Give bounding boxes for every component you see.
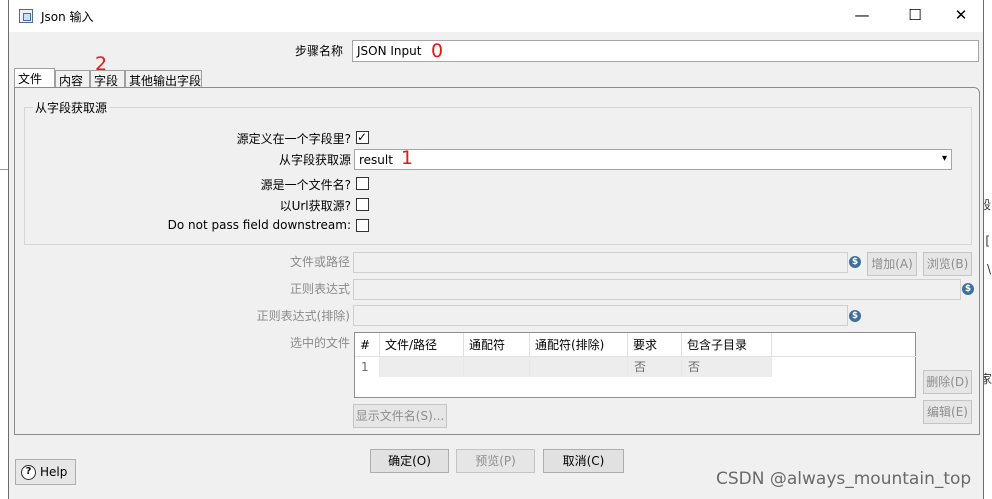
variable-icon: $ xyxy=(849,256,861,268)
selected-files-table[interactable]: # 文件/路径 通配符 通配符(排除) 要求 包含子目录 1 否 否 xyxy=(354,332,916,398)
file-or-directory-input[interactable] xyxy=(353,252,848,273)
read-source-as-url-checkbox[interactable] xyxy=(356,198,369,211)
source-is-filename-checkbox[interactable] xyxy=(356,177,369,190)
source-is-filename-label: 源是一个文件名? xyxy=(260,178,351,192)
source-in-field-checkbox[interactable] xyxy=(356,129,369,145)
do-not-pass-field-label: Do not pass field downstream: xyxy=(167,218,351,232)
file-or-directory-label: 文件或路径 xyxy=(289,255,350,269)
add-button[interactable]: 增加(A) xyxy=(867,252,917,276)
table-cell-num[interactable]: 1 xyxy=(355,357,380,377)
chevron-down-icon: ▾ xyxy=(941,153,947,164)
variable-icon: $ xyxy=(962,283,974,295)
close-button[interactable]: ✕ xyxy=(938,0,984,32)
show-filenames-button[interactable]: 显示文件名(S)... xyxy=(353,404,447,428)
regex-input[interactable] xyxy=(353,279,961,300)
ok-button[interactable]: 确定(O) xyxy=(370,449,449,473)
regex-exclude-input[interactable] xyxy=(353,305,848,326)
table-cell-path[interactable] xyxy=(380,357,464,377)
tab-additional-output-fields[interactable]: 其他输出字段 xyxy=(125,70,202,88)
step-name-input[interactable]: JSON Input xyxy=(352,40,979,62)
maximize-button[interactable]: ☐ xyxy=(892,0,938,32)
table-header-include-subdirs[interactable]: 包含子目录 xyxy=(682,333,772,357)
background-edge-text-3: \ xyxy=(986,262,991,276)
help-label: Help xyxy=(40,465,68,479)
edit-button[interactable]: 编辑(E) xyxy=(923,400,972,424)
help-icon: ? xyxy=(21,465,36,480)
table-header-required[interactable]: 要求 xyxy=(628,333,682,357)
table-cell-include-subdirs[interactable]: 否 xyxy=(682,357,772,377)
step-name-value: JSON Input xyxy=(357,44,422,58)
cancel-button[interactable]: 取消(C) xyxy=(543,449,624,473)
get-source-from-label: 从字段获取源 xyxy=(278,153,351,167)
window-title: Json 输入 xyxy=(41,10,94,24)
background-edge-text-2: [ xyxy=(985,234,990,248)
variable-icon: $ xyxy=(849,310,861,322)
table-header-wildcard-exclude[interactable]: 通配符(排除) xyxy=(530,333,628,357)
annotation-mark-0: 0 xyxy=(431,40,444,62)
tab-content[interactable]: 内容 xyxy=(55,70,90,88)
annotation-mark-1: 1 xyxy=(401,147,414,169)
table-header-path[interactable]: 文件/路径 xyxy=(380,333,464,357)
tab-file[interactable]: 文件 xyxy=(14,68,55,88)
table-cell-wildcard[interactable] xyxy=(464,357,530,377)
preview-button[interactable]: 预览(P) xyxy=(456,449,535,473)
regex-exclude-label: 正则表达式(排除) xyxy=(256,309,350,323)
help-button[interactable]: ? Help xyxy=(15,459,76,485)
step-name-label: 步骤名称 xyxy=(294,44,343,58)
table-header-empty xyxy=(772,333,916,357)
get-source-from-value: result xyxy=(359,153,393,167)
get-source-from-select[interactable]: result ▾ xyxy=(354,149,952,170)
table-header-wildcard[interactable]: 通配符 xyxy=(464,333,530,357)
do-not-pass-field-checkbox[interactable] xyxy=(356,219,369,232)
title-bar: Json 输入 — ☐ ✕ xyxy=(9,0,983,32)
minimize-button[interactable]: — xyxy=(839,0,885,32)
delete-button[interactable]: 删除(D) xyxy=(923,370,972,394)
source-group-title: 从字段获取源 xyxy=(33,99,110,116)
table-cell-wildcard-exclude[interactable] xyxy=(530,357,628,377)
annotation-mark-2: 2 xyxy=(95,53,108,75)
json-input-dialog: Json 输入 — ☐ ✕ 步骤名称 JSON Input 0 文件 内容 字段… xyxy=(8,0,984,499)
read-source-as-url-label: 以Url获取源? xyxy=(279,199,351,213)
source-in-field-label: 源定义在一个字段里? xyxy=(236,132,351,146)
background-line xyxy=(0,169,8,170)
selected-files-label: 选中的文件 xyxy=(289,336,350,350)
table-header-num[interactable]: # xyxy=(355,333,380,357)
watermark: CSDN @always_mountain_top xyxy=(716,469,972,489)
browse-button[interactable]: 浏览(B) xyxy=(923,252,972,276)
app-icon xyxy=(19,9,33,23)
table-cell-required[interactable]: 否 xyxy=(628,357,682,377)
regex-label: 正则表达式 xyxy=(289,282,350,296)
